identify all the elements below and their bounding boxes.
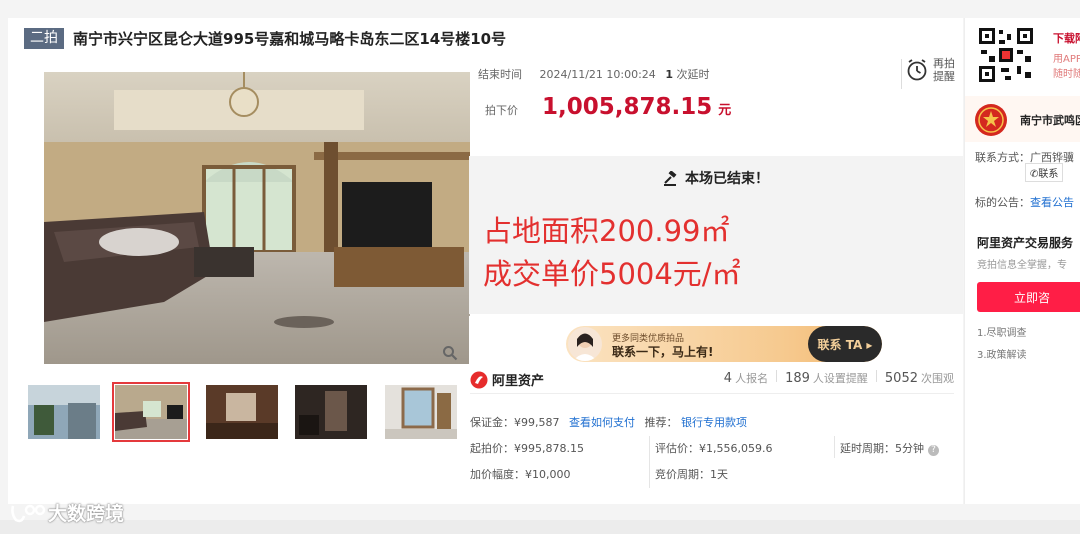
service-subtitle: 竞拍信息全掌握，专 xyxy=(977,260,1067,271)
zoom-icon[interactable] xyxy=(442,345,458,361)
gavel-icon xyxy=(664,171,677,186)
how-to-pay-link[interactable]: 查看如何支付 xyxy=(569,416,635,429)
land-area-overlay: 占地面积200.99㎡ xyxy=(483,214,730,248)
divider xyxy=(776,370,778,382)
court-emblem-icon xyxy=(975,104,1007,136)
reminder-count: 189 xyxy=(785,371,810,386)
notice-row: 标的公告：查看公告 xyxy=(975,194,1074,210)
service-title: 阿里资产交易服务 xyxy=(977,236,1074,250)
download-line-2: 随时随 xyxy=(1053,69,1080,80)
agent-avatar xyxy=(568,327,602,361)
remind-button[interactable]: 再拍提醒 xyxy=(906,57,959,83)
delay-period-row: 延时周期：5分钟? xyxy=(840,440,939,456)
court-name: 南宁市武鸣区 xyxy=(1020,114,1080,127)
divider xyxy=(875,370,877,382)
contact-ta-button[interactable]: 联系 TA ▸ xyxy=(808,326,882,362)
contact-button[interactable]: ✆联系 xyxy=(1025,163,1064,182)
auction-stats: 4 人报名 189 人设置提醒 5052 次围观 xyxy=(724,370,954,386)
end-time-value: 2024/11/21 10:00:24 xyxy=(539,68,656,81)
auction-main-card: 二拍 南宁市兴宁区昆仑大道995号嘉和城马略卡岛东二区14号楼10号 结束时间 … xyxy=(8,18,963,504)
price-unit: 元 xyxy=(718,103,732,118)
download-app-desc: 用APP 随时随 xyxy=(1053,52,1080,82)
status-text: 本场已结束！ xyxy=(685,171,769,187)
download-line-1: 用APP xyxy=(1053,54,1080,65)
start-price: 起拍价：¥995,878.15 xyxy=(470,442,584,455)
end-time-row: 结束时间 2024/11/21 10:00:24 1 次延时 xyxy=(478,66,709,82)
recommend-label: 推荐： xyxy=(644,416,678,429)
footer-strip xyxy=(0,520,1080,534)
reminder-label: 人设置提醒 xyxy=(812,372,868,385)
final-price-value: 1,005,878.15 xyxy=(542,94,713,120)
promo-area: 更多同类优质拍品 联系一下，马上有! 联系 TA ▸ xyxy=(469,316,963,370)
service-item-3: 3.政策解读 xyxy=(977,350,1027,361)
thumbnail-3[interactable] xyxy=(206,385,278,439)
consult-button[interactable]: 立即咨 xyxy=(977,282,1080,312)
final-price-label: 拍下价 xyxy=(485,104,518,117)
help-icon[interactable]: ? xyxy=(928,445,939,456)
contact-promo-banner[interactable]: 更多同类优质拍品 联系一下，马上有! 联系 TA ▸ xyxy=(566,326,882,362)
unit-price-overlay: 成交单价5004元/㎡ xyxy=(483,257,741,291)
listing-title: 南宁市兴宁区昆仑大道995号嘉和城马略卡岛东二区14号楼10号 xyxy=(73,30,507,48)
thumbnail-2[interactable] xyxy=(112,382,190,442)
deposit-row: 保证金：¥99,587 查看如何支付 推荐： 银行专用款项 xyxy=(470,414,747,430)
platform-name: 阿里资产 xyxy=(492,374,545,389)
watermark: 大数跨境 xyxy=(10,499,124,526)
views-count: 5052 xyxy=(884,371,918,386)
remind-label: 再拍提醒 xyxy=(933,57,955,83)
watermark-logo-icon xyxy=(11,504,46,522)
notice-label: 标的公告： xyxy=(975,196,1030,209)
views-label: 次围观 xyxy=(921,372,954,385)
end-time-label: 结束时间 xyxy=(478,68,522,81)
registered-count: 4 xyxy=(723,371,733,386)
increment: 加价幅度：¥10,000 xyxy=(470,468,571,481)
ali-logo-icon xyxy=(470,371,488,388)
deposit-value: 保证金：¥99,587 xyxy=(470,416,560,429)
service-item-1: 1.尽职调查 xyxy=(977,328,1027,339)
platform-row: 阿里资产 4 人报名 189 人设置提醒 5052 次围观 xyxy=(470,364,954,394)
main-property-photo[interactable] xyxy=(44,72,470,364)
view-notice-link[interactable]: 查看公告 xyxy=(1030,196,1074,209)
divider xyxy=(901,59,902,89)
contact-button-label: 联系 xyxy=(1038,169,1059,180)
right-sidebar: 下载阿 用APP 随时随 南宁市武鸣区 联系方式：广西铧骥 ✆联系 标的公告：查… xyxy=(964,18,1080,504)
status-row: 本场已结束！ xyxy=(469,168,963,188)
alarm-clock-icon xyxy=(907,59,927,81)
court-block[interactable]: 南宁市武鸣区 xyxy=(965,96,1080,142)
assessed-price: 评估价：¥1,556,059.6 xyxy=(655,442,773,455)
final-price-row: 拍下价 1,005,878.15 元 xyxy=(485,94,731,120)
delay-period: 延时周期：5分钟 xyxy=(840,442,924,455)
thumbnail-5[interactable] xyxy=(385,385,457,439)
status-box: 本场已结束！ 占地面积200.99㎡ 成交单价5004元/㎡ xyxy=(469,156,963,314)
qr-code xyxy=(977,26,1035,84)
bank-funds-link[interactable]: 银行专用款项 xyxy=(681,416,747,429)
round-badge: 二拍 xyxy=(24,28,64,49)
thumbnail-4[interactable] xyxy=(295,385,367,439)
thumbnail-1[interactable] xyxy=(28,385,100,439)
ali-asset-logo[interactable]: 阿里资产 xyxy=(470,370,544,389)
delay-suffix: 次延时 xyxy=(676,68,710,81)
download-app-title[interactable]: 下载阿 xyxy=(1053,30,1080,46)
delay-count: 1 xyxy=(665,68,673,81)
promo-line-2: 联系一下，马上有! xyxy=(612,345,714,359)
divider xyxy=(649,436,650,488)
bid-period: 竞价周期：1天 xyxy=(655,468,728,481)
watermark-text: 大数跨境 xyxy=(48,503,125,525)
title-row: 二拍 南宁市兴宁区昆仑大道995号嘉和城马略卡岛东二区14号楼10号 xyxy=(24,28,506,49)
divider xyxy=(834,436,835,458)
registered-label: 人报名 xyxy=(735,372,769,385)
